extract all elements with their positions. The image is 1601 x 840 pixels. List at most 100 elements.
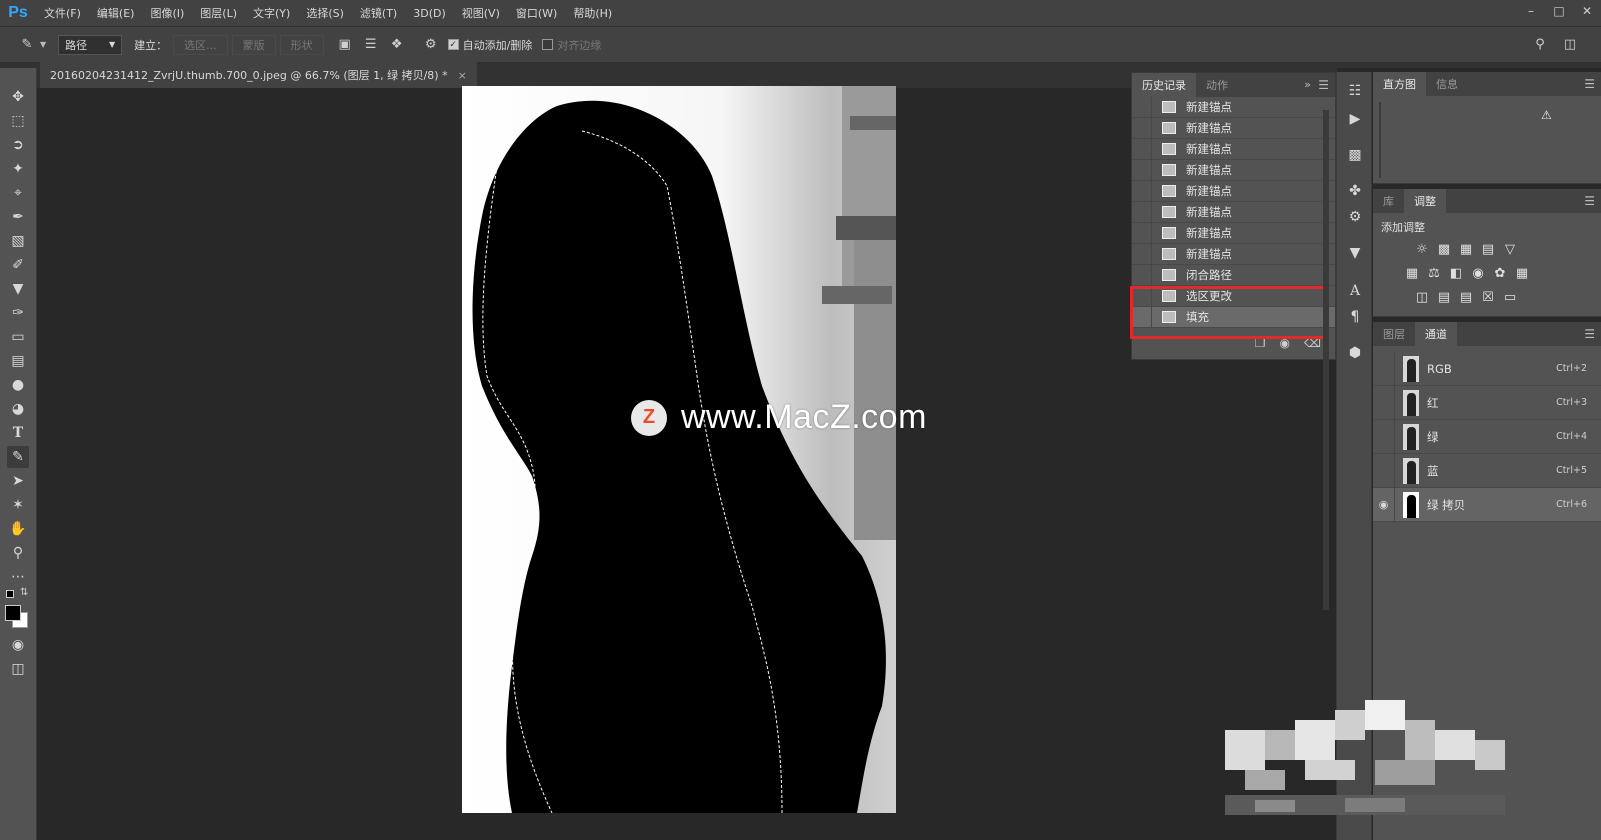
- history-icon[interactable]: ☷: [1344, 80, 1366, 102]
- play-icon[interactable]: ▶: [1344, 108, 1366, 130]
- search-icon[interactable]: ⚲: [1529, 33, 1551, 55]
- visibility-toggle[interactable]: [1373, 453, 1395, 488]
- swap-colors-icon[interactable]: ⇅: [20, 587, 28, 598]
- history-brush-source-checkbox[interactable]: [1132, 201, 1152, 223]
- channel-row[interactable]: 绿 Ctrl+4: [1373, 419, 1601, 454]
- history-scrollbar[interactable]: [1323, 110, 1329, 610]
- channel-row-selected[interactable]: ◉ 绿 拷贝 Ctrl+6: [1373, 487, 1601, 522]
- close-icon[interactable]: ×: [458, 69, 467, 82]
- history-item[interactable]: 新建锚点: [1132, 201, 1335, 223]
- panel-menu-icon[interactable]: ☰: [1584, 327, 1595, 341]
- blur-tool-icon[interactable]: ●: [7, 374, 29, 396]
- path-operations-icon[interactable]: ▣: [334, 34, 356, 56]
- color-balance-icon[interactable]: ⚖: [1425, 265, 1443, 281]
- workspace-icon[interactable]: ◫: [1559, 33, 1581, 55]
- history-brush-icon[interactable]: ✑: [7, 302, 29, 324]
- tab-info[interactable]: 信息: [1426, 72, 1468, 96]
- history-item[interactable]: 新建锚点: [1132, 180, 1335, 202]
- custom-shape-tool-icon[interactable]: ✶: [7, 494, 29, 516]
- history-brush-source-checkbox[interactable]: [1132, 222, 1152, 244]
- eye-icon[interactable]: ◉: [1373, 487, 1395, 522]
- invert-icon[interactable]: ◫: [1413, 289, 1431, 305]
- brush-tool-icon[interactable]: ✐: [7, 254, 29, 276]
- history-brush-source-checkbox[interactable]: [1132, 117, 1152, 139]
- black-white-icon[interactable]: ◧: [1447, 265, 1465, 281]
- tab-channels[interactable]: 通道: [1415, 322, 1457, 346]
- history-brush-source-checkbox[interactable]: [1132, 264, 1152, 286]
- make-mask-button[interactable]: 蒙版: [231, 34, 276, 55]
- paragraph-icon[interactable]: ¶: [1344, 306, 1366, 328]
- channel-row[interactable]: 红 Ctrl+3: [1373, 385, 1601, 420]
- menu-file[interactable]: 文件(F): [36, 5, 89, 21]
- levels-icon[interactable]: ▩: [1435, 241, 1453, 257]
- brightness-icon[interactable]: ☼: [1413, 241, 1431, 257]
- menu-select[interactable]: 选择(S): [298, 5, 352, 21]
- properties-icon[interactable]: ▩: [1344, 144, 1366, 166]
- brush-settings-icon[interactable]: ⚙: [1344, 206, 1366, 228]
- move-tool-icon[interactable]: ✥: [7, 86, 29, 108]
- history-item[interactable]: 新建锚点: [1132, 243, 1335, 265]
- path-select-tool-icon[interactable]: ➤: [7, 470, 29, 492]
- pen-tool-preset-icon[interactable]: ✎: [16, 34, 38, 56]
- path-alignment-icon[interactable]: ☰: [360, 34, 382, 56]
- history-brush-source-checkbox[interactable]: [1132, 243, 1152, 265]
- channel-mixer-icon[interactable]: ✿: [1491, 265, 1509, 281]
- marquee-tool-icon[interactable]: ⬚: [7, 110, 29, 132]
- tab-libraries[interactable]: 库: [1373, 189, 1404, 213]
- tab-histogram[interactable]: 直方图: [1373, 72, 1426, 96]
- curves-icon[interactable]: ▦: [1457, 241, 1475, 257]
- zoom-tool-icon[interactable]: ⚲: [7, 542, 29, 564]
- vibrance-icon[interactable]: ▽: [1501, 241, 1519, 257]
- history-item[interactable]: 新建锚点: [1132, 96, 1335, 118]
- tab-layers[interactable]: 图层: [1373, 322, 1415, 346]
- history-item[interactable]: 闭合路径: [1132, 264, 1335, 286]
- threshold-icon[interactable]: ▤: [1457, 289, 1475, 305]
- history-item[interactable]: 新建锚点: [1132, 159, 1335, 181]
- tab-history[interactable]: 历史记录: [1132, 73, 1196, 97]
- make-shape-button[interactable]: 形状: [279, 34, 324, 55]
- channel-row[interactable]: RGB Ctrl+2: [1373, 351, 1601, 386]
- close-icon[interactable]: ✕: [1573, 0, 1601, 22]
- foreground-color-swatch[interactable]: [5, 605, 21, 621]
- panel-menu-icon[interactable]: ☰: [1318, 78, 1329, 92]
- history-brush-source-checkbox[interactable]: [1132, 96, 1152, 118]
- eraser-tool-icon[interactable]: ▭: [7, 326, 29, 348]
- tab-actions[interactable]: 动作: [1196, 73, 1238, 97]
- menu-layer[interactable]: 图层(L): [192, 5, 245, 21]
- path-arrangement-icon[interactable]: ❖: [386, 34, 408, 56]
- collapse-icon[interactable]: »: [1304, 78, 1311, 91]
- visibility-toggle[interactable]: [1373, 385, 1395, 420]
- gear-icon[interactable]: ⚙: [420, 34, 442, 56]
- menu-edit[interactable]: 编辑(E): [89, 5, 143, 21]
- tab-adjustments[interactable]: 调整: [1404, 189, 1446, 213]
- make-selection-button[interactable]: 选区...: [173, 34, 228, 55]
- maximize-icon[interactable]: □: [1545, 0, 1573, 22]
- posterize-icon[interactable]: ▤: [1435, 289, 1453, 305]
- panel-menu-icon[interactable]: ☰: [1584, 194, 1595, 208]
- menu-type[interactable]: 文字(Y): [245, 5, 298, 21]
- clone-source-icon[interactable]: ▼: [1344, 242, 1366, 264]
- 3d-cube-icon[interactable]: ⬢: [1344, 342, 1366, 364]
- channel-row[interactable]: 蓝 Ctrl+5: [1373, 453, 1601, 488]
- tool-mode-select[interactable]: 路径 ▼: [58, 34, 123, 55]
- selective-color-icon[interactable]: ☒: [1479, 289, 1497, 305]
- quick-select-tool-icon[interactable]: ✦: [7, 158, 29, 180]
- clone-stamp-icon[interactable]: ▼: [7, 278, 29, 300]
- history-brush-source-checkbox[interactable]: [1132, 138, 1152, 160]
- history-item[interactable]: 新建锚点: [1132, 138, 1335, 160]
- history-item[interactable]: 新建锚点: [1132, 222, 1335, 244]
- history-brush-source-checkbox[interactable]: [1132, 159, 1152, 181]
- character-icon[interactable]: A: [1344, 280, 1366, 302]
- brush-preset-icon[interactable]: ✤: [1344, 180, 1366, 202]
- history-item[interactable]: 新建锚点: [1132, 117, 1335, 139]
- crop-tool-icon[interactable]: ⌖: [7, 182, 29, 204]
- history-brush-source-checkbox[interactable]: [1132, 180, 1152, 202]
- visibility-toggle[interactable]: [1373, 351, 1395, 386]
- healing-brush-icon[interactable]: ▧: [7, 230, 29, 252]
- document-tab[interactable]: 20160204231412_ZvrjU.thumb.700_0.jpeg @ …: [40, 62, 477, 88]
- lasso-tool-icon[interactable]: ➲: [7, 134, 29, 156]
- hand-tool-icon[interactable]: ✋: [7, 518, 29, 540]
- chevron-down-icon[interactable]: ▼: [40, 40, 46, 49]
- menu-help[interactable]: 帮助(H): [565, 5, 620, 21]
- minimize-icon[interactable]: –: [1517, 0, 1545, 22]
